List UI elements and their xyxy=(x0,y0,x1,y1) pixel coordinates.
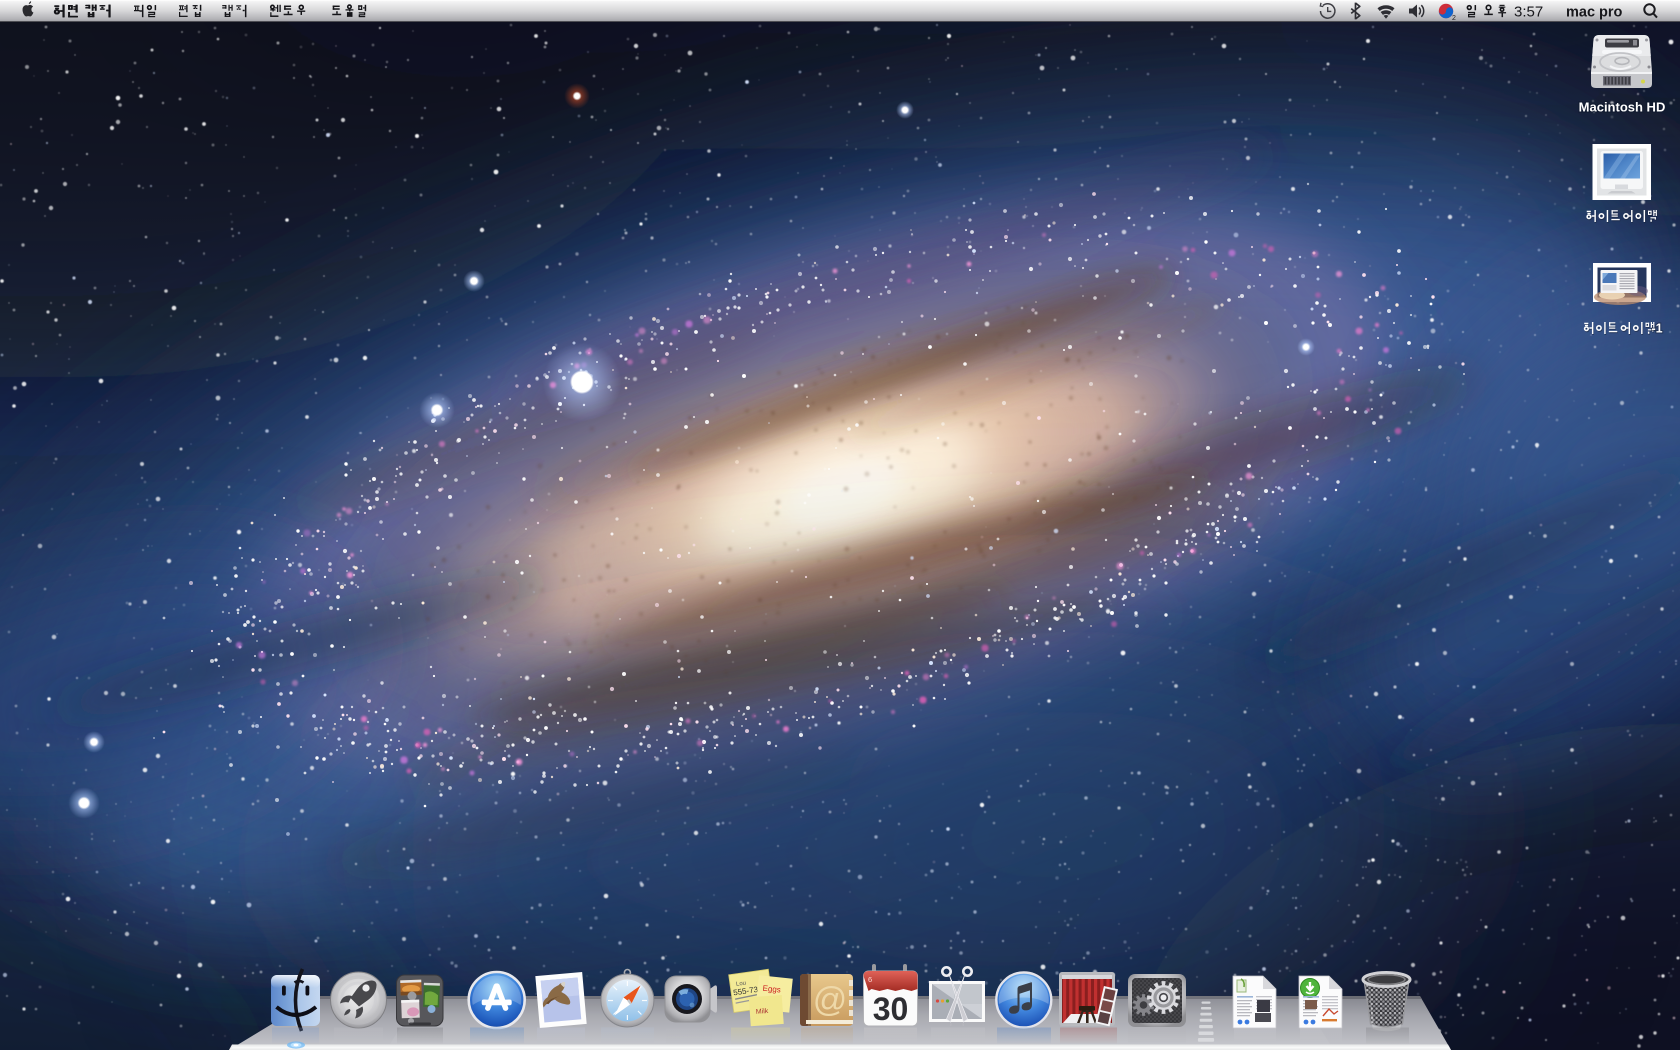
svg-text:mac pro: mac pro xyxy=(1566,4,1623,20)
svg-text:30: 30 xyxy=(873,991,909,1027)
svg-text:3:57: 3:57 xyxy=(1514,4,1543,21)
svg-text:-1: -1 xyxy=(1651,322,1662,336)
svg-text:Macintosh HD: Macintosh HD xyxy=(1579,100,1666,115)
svg-text:Milk: Milk xyxy=(756,1008,769,1016)
svg-text:@: @ xyxy=(813,981,848,1019)
svg-text:6: 6 xyxy=(868,975,872,984)
svg-text:Eggs: Eggs xyxy=(762,984,781,995)
svg-text:2: 2 xyxy=(1452,15,1456,22)
